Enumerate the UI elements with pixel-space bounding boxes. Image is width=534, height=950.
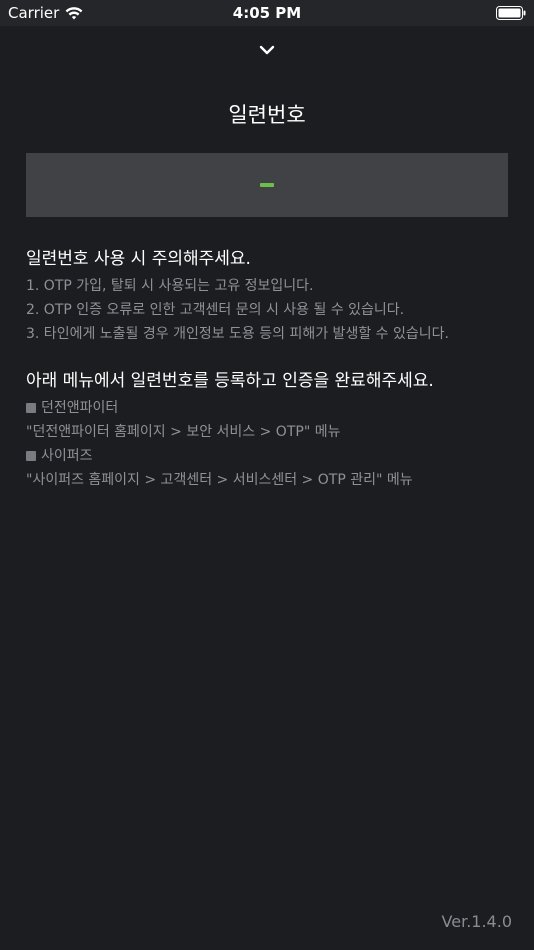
caution-section: 일련번호 사용 시 주의해주세요. 1. OTP 가입, 탈퇴 시 사용되는 고…	[26, 248, 516, 346]
menu-item-dnf: 던전앤파이터	[26, 396, 516, 420]
square-bullet-icon	[26, 403, 36, 413]
caution-note-3: 3. 타인에게 노출될 경우 개인정보 도용 등의 피해가 발생할 수 있습니다…	[26, 326, 449, 342]
menu-item-label: 사이퍼즈	[41, 448, 93, 464]
register-title: 아래 메뉴에서 일련번호를 등록하고 인증을 완료해주세요.	[26, 371, 434, 391]
page-title: 일련번호	[228, 103, 306, 127]
menu-item-label: 던전앤파이터	[41, 400, 119, 416]
menu-path-dnf: "던전앤파이터 홈페이지 > 보안 서비스 > OTP" 메뉴	[26, 424, 341, 440]
menu-item-cyphers: 사이퍼즈	[26, 444, 516, 468]
chevron-down-icon	[259, 45, 275, 55]
caution-title: 일련번호 사용 시 주의해주세요.	[26, 249, 251, 269]
collapse-button[interactable]	[252, 36, 282, 64]
caution-note-2: 2. OTP 인증 오류로 인한 고객센터 문의 시 사용 될 수 있습니다.	[26, 302, 405, 318]
square-bullet-icon	[26, 451, 36, 461]
clock: 4:05 PM	[232, 4, 302, 22]
menu-path-cyphers: "사이퍼즈 홈페이지 > 고객센터 > 서비스센터 > OTP 관리" 메뉴	[26, 472, 413, 488]
caution-note-1: 1. OTP 가입, 탈퇴 시 사용되는 고유 정보입니다.	[26, 278, 314, 294]
version-label: Ver.1.4.0	[441, 912, 512, 931]
register-section: 아래 메뉴에서 일련번호를 등록하고 인증을 완료해주세요. 던전앤파이터 "던…	[26, 370, 516, 492]
serial-number-display	[26, 153, 508, 217]
serial-number-placeholder	[260, 183, 274, 187]
battery-icon	[496, 6, 526, 20]
status-bar: Carrier 4:05 PM	[0, 0, 534, 26]
